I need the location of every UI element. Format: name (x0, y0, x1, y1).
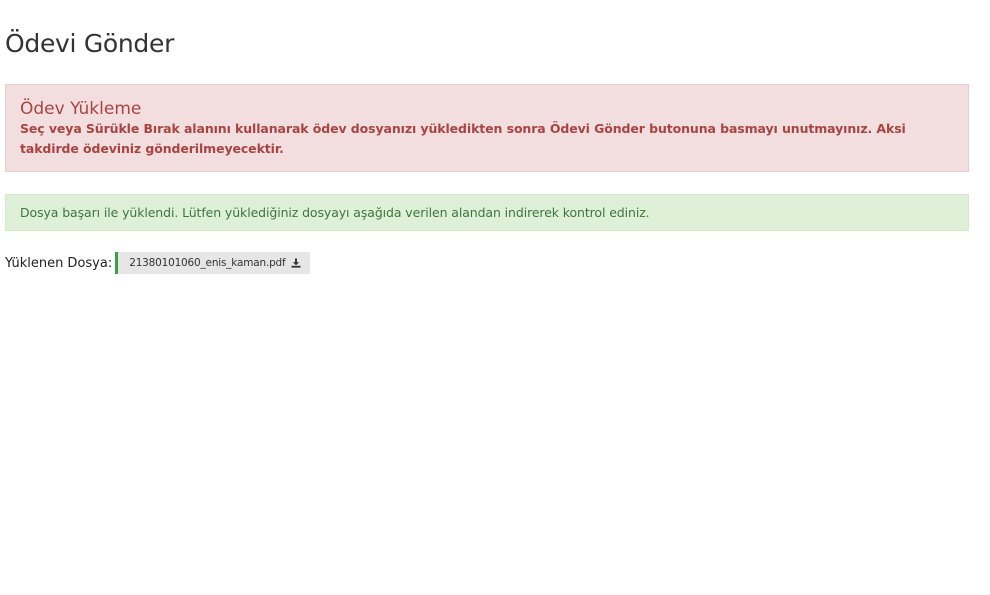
upload-success-message: Dosya başarı ile yüklendi. Lütfen yükled… (20, 205, 650, 220)
uploaded-file-download-link[interactable]: 21380101060_enis_kaman.pdf (115, 252, 310, 274)
upload-info-alert: Ödev Yükleme Seç veya Sürükle Bırak alan… (5, 84, 969, 172)
upload-info-message: Seç veya Sürükle Bırak alanını kullanara… (20, 121, 906, 156)
upload-success-alert: Dosya başarı ile yüklendi. Lütfen yükled… (5, 194, 969, 231)
uploaded-file-row: Yüklenen Dosya: 21380101060_enis_kaman.p… (5, 252, 310, 274)
uploaded-file-label: Yüklenen Dosya: (5, 255, 113, 271)
upload-info-title: Ödev Yükleme (20, 99, 142, 119)
uploaded-file-name: 21380101060_enis_kaman.pdf (129, 257, 286, 269)
page-title: Ödevi Gönder (5, 29, 175, 58)
download-icon (291, 258, 301, 268)
